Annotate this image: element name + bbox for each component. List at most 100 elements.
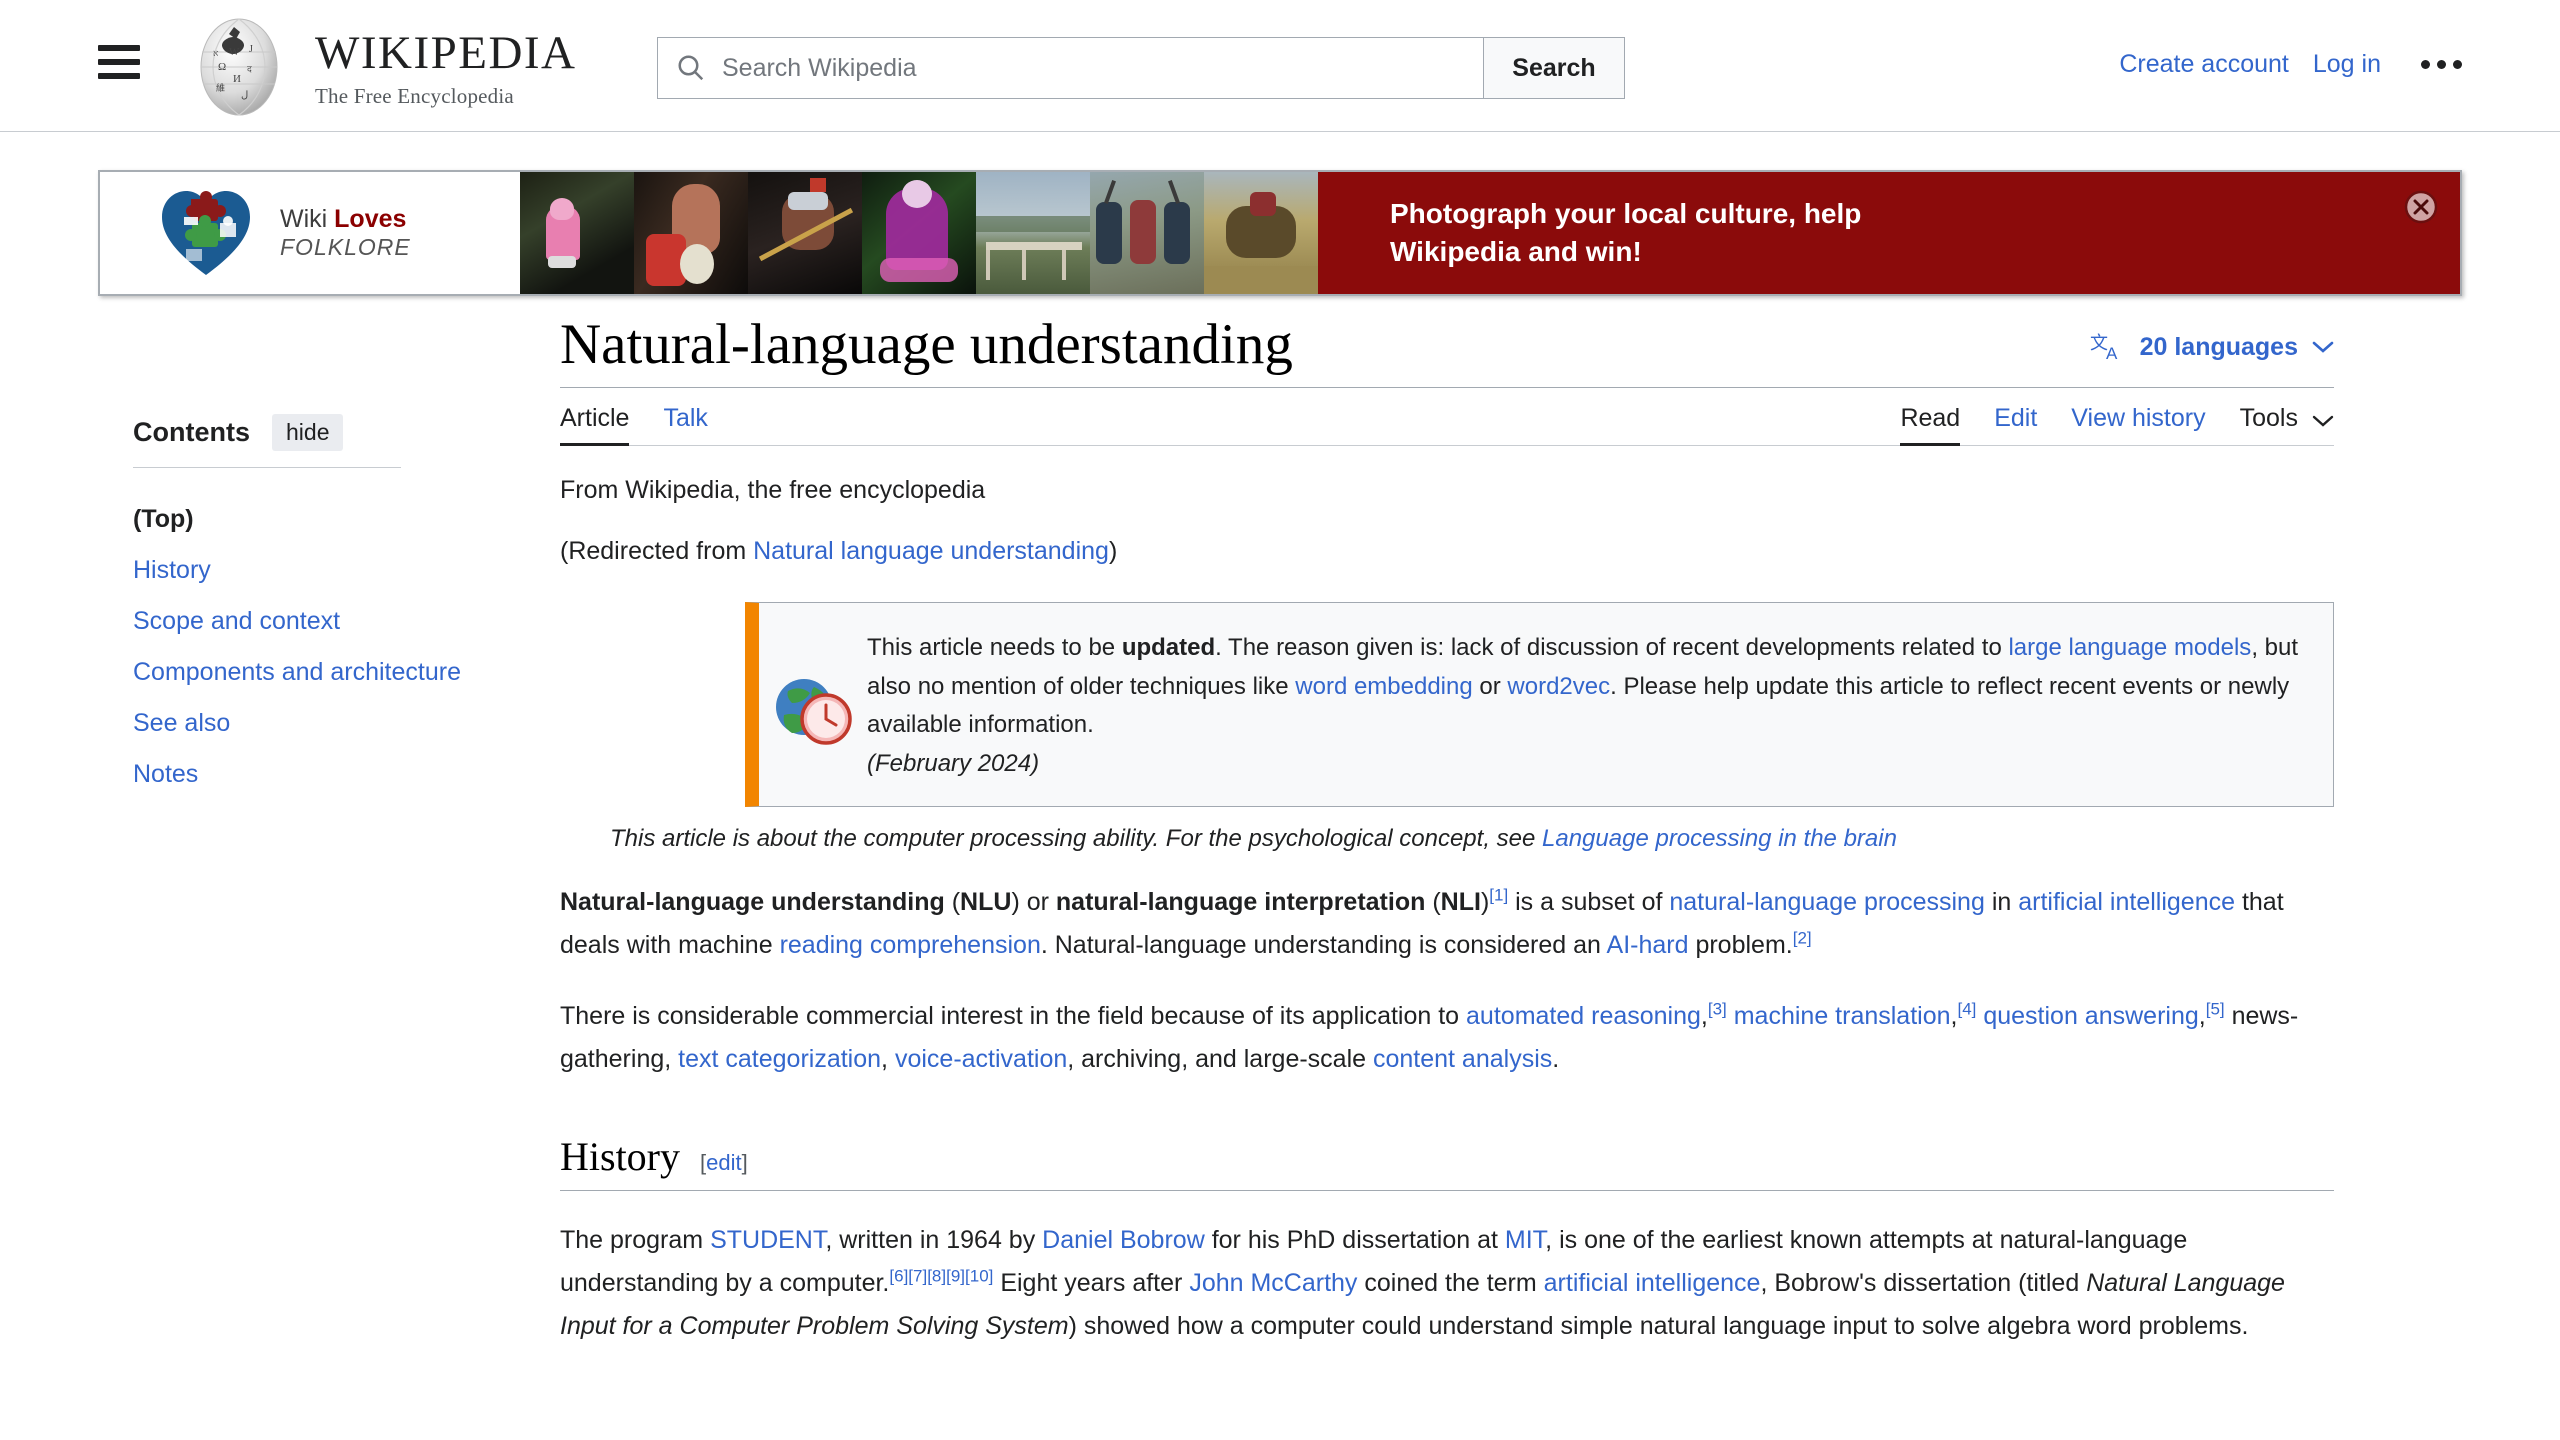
ref-3-link[interactable]: [3] (1708, 1000, 1727, 1019)
ref-10-link[interactable]: [10] (965, 1267, 993, 1286)
link-voice-activation[interactable]: voice-activation (895, 1045, 1067, 1073)
table-of-contents: Contents hide (Top) History Scope and co… (0, 314, 560, 1373)
ref-4-link[interactable]: [4] (1957, 1000, 1976, 1019)
heading-history: History (560, 1134, 680, 1180)
link-word-embedding[interactable]: word embedding (1295, 673, 1472, 700)
article-content: Natural-language understanding 文 A 20 la… (560, 313, 2430, 1373)
toc-hide-button[interactable]: hide (272, 414, 344, 451)
language-selector-button[interactable]: 文 A 20 languages (2090, 331, 2334, 365)
link-artificial-intelligence[interactable]: artificial intelligence (2018, 888, 2235, 916)
ref-5[interactable]: [5] (2206, 1000, 2225, 1019)
view-tabs: Read Edit View history Tools (1900, 404, 2334, 446)
ref-2-link[interactable]: [2] (1793, 929, 1812, 948)
toc-item-components-and-architecture[interactable]: Components and architecture (133, 647, 560, 698)
svg-text:Ω: Ω (218, 61, 226, 73)
wordmark-title: WIKIPEDIA (315, 26, 577, 79)
link-natural-language-processing[interactable]: natural-language processing (1669, 888, 1985, 916)
tab-talk[interactable]: Talk (663, 404, 707, 445)
redirect-source-link[interactable]: Natural language understanding (753, 537, 1109, 565)
close-icon[interactable] (2404, 190, 2438, 224)
namespace-tabs: Article Talk (560, 404, 708, 446)
toc-item-top[interactable]: (Top) (133, 494, 560, 545)
link-john-mccarthy[interactable]: John McCarthy (1189, 1269, 1357, 1297)
toc-item-notes[interactable]: Notes (133, 749, 560, 800)
search-button[interactable]: Search (1483, 37, 1625, 99)
wikipedia-globe-icon: W Ω И 維 ل J א द (185, 12, 293, 120)
wikipedia-logo-link[interactable]: W Ω И 維 ل J א द WIKIPEDIA The Free Encyc… (185, 12, 577, 120)
toc-header: Contents hide (133, 414, 401, 468)
notice-text-1: This article needs to be (867, 633, 1122, 661)
tab-tools[interactable]: Tools (2240, 404, 2298, 445)
link-reading-comprehension[interactable]: reading comprehension (780, 931, 1041, 959)
hamburger-icon[interactable] (98, 45, 140, 79)
chevron-down-icon[interactable] (2312, 415, 2334, 445)
ref-3[interactable]: [3] (1708, 1000, 1727, 1019)
ref-1-link[interactable]: [1] (1489, 886, 1508, 905)
link-word2vec[interactable]: word2vec (1507, 673, 1610, 700)
notice-date: (February 2024) (867, 750, 1040, 778)
link-machine-translation[interactable]: machine translation (1734, 1002, 1951, 1030)
tab-edit[interactable]: Edit (1994, 404, 2037, 445)
tab-view-history[interactable]: View history (2071, 404, 2205, 445)
lead-t9: problem. (1688, 931, 1793, 960)
p2-t2: , (1700, 1002, 1708, 1031)
language-count-label: 20 languages (2139, 333, 2298, 362)
search-box[interactable]: Search (657, 37, 1625, 99)
h-t5: Eight years after (993, 1269, 1190, 1298)
page-title: Natural-language understanding (560, 313, 1293, 376)
wiki-loves-folklore-logo: Wiki Loves FOLKLORE (100, 172, 520, 294)
link-automated-reasoning[interactable]: automated reasoning (1466, 1002, 1701, 1030)
link-text-categorization[interactable]: text categorization (678, 1045, 881, 1073)
lead-t3: ( (1425, 888, 1441, 917)
toc-item-history[interactable]: History (133, 545, 560, 596)
h-t3: for his PhD dissertation at (1204, 1226, 1505, 1255)
link-mit[interactable]: MIT (1505, 1226, 1545, 1254)
section-edit-link[interactable]: [edit] (700, 1150, 748, 1176)
link-large-language-models[interactable]: large language models (2008, 634, 2251, 661)
toc-link-scope-and-context[interactable]: Scope and context (133, 607, 340, 635)
link-student[interactable]: STUDENT (710, 1226, 825, 1254)
ref-1[interactable]: [1] (1489, 886, 1508, 905)
ref-4[interactable]: [4] (1957, 1000, 1976, 1019)
toc-link-see-also[interactable]: See also (133, 709, 230, 737)
tab-article[interactable]: Article (560, 404, 630, 446)
search-field[interactable] (657, 37, 1483, 99)
toc-item-see-also[interactable]: See also (133, 698, 560, 749)
ref-6-link[interactable]: [6] (889, 1267, 908, 1286)
svg-text:J: J (249, 44, 253, 55)
toc-link-components-and-architecture[interactable]: Components and architecture (133, 658, 461, 686)
ref-8-link[interactable]: [8] (927, 1267, 946, 1286)
link-artificial-intelligence-2[interactable]: artificial intelligence (1544, 1269, 1761, 1297)
svg-text:維: 維 (216, 82, 225, 93)
create-account-link[interactable]: Create account (2119, 50, 2289, 79)
ref-2[interactable]: [2] (1793, 929, 1812, 948)
link-ai-hard[interactable]: AI-hard (1607, 931, 1689, 959)
link-content-analysis[interactable]: content analysis (1373, 1045, 1552, 1073)
site-header: W Ω И 維 ل J א द WIKIPEDIA The Free Encyc… (0, 0, 2560, 132)
p2-t10: . (1552, 1045, 1560, 1074)
update-notice-text: This article needs to be updated. The re… (867, 625, 2303, 785)
redirect-suffix: ) (1108, 536, 1118, 565)
link-language-processing-in-the-brain[interactable]: Language processing in the brain (1542, 825, 1897, 852)
ref-7-link[interactable]: [7] (908, 1267, 927, 1286)
ref-9-link[interactable]: [9] (946, 1267, 965, 1286)
hamburger-bar (98, 59, 140, 65)
banner-photo-strip (520, 172, 1318, 294)
toc-item-scope-and-context[interactable]: Scope and context (133, 596, 560, 647)
log-in-link[interactable]: Log in (2313, 50, 2381, 79)
ref-6[interactable]: [6][7][8][9][10] (889, 1267, 993, 1286)
ref-5-link[interactable]: [5] (2206, 1000, 2225, 1019)
link-question-answering[interactable]: question answering (1983, 1002, 2198, 1030)
toc-link-history[interactable]: History (133, 556, 211, 584)
ellipsis-icon[interactable] (2421, 60, 2462, 69)
notice-text-4: or (1472, 672, 1508, 700)
search-input[interactable] (720, 52, 1483, 84)
tab-read[interactable]: Read (1900, 404, 1960, 446)
toc-link-notes[interactable]: Notes (133, 760, 198, 788)
banner-photo (976, 172, 1090, 294)
wordmark-subtitle: The Free Encyclopedia (315, 83, 514, 108)
link-daniel-bobrow[interactable]: Daniel Bobrow (1042, 1226, 1205, 1254)
site-notice-banner[interactable]: Wiki Loves FOLKLORE Photograph your loca… (98, 170, 2462, 296)
term-nlu-full: Natural-language understanding (560, 888, 945, 917)
edit-link-history[interactable]: edit (706, 1150, 741, 1175)
